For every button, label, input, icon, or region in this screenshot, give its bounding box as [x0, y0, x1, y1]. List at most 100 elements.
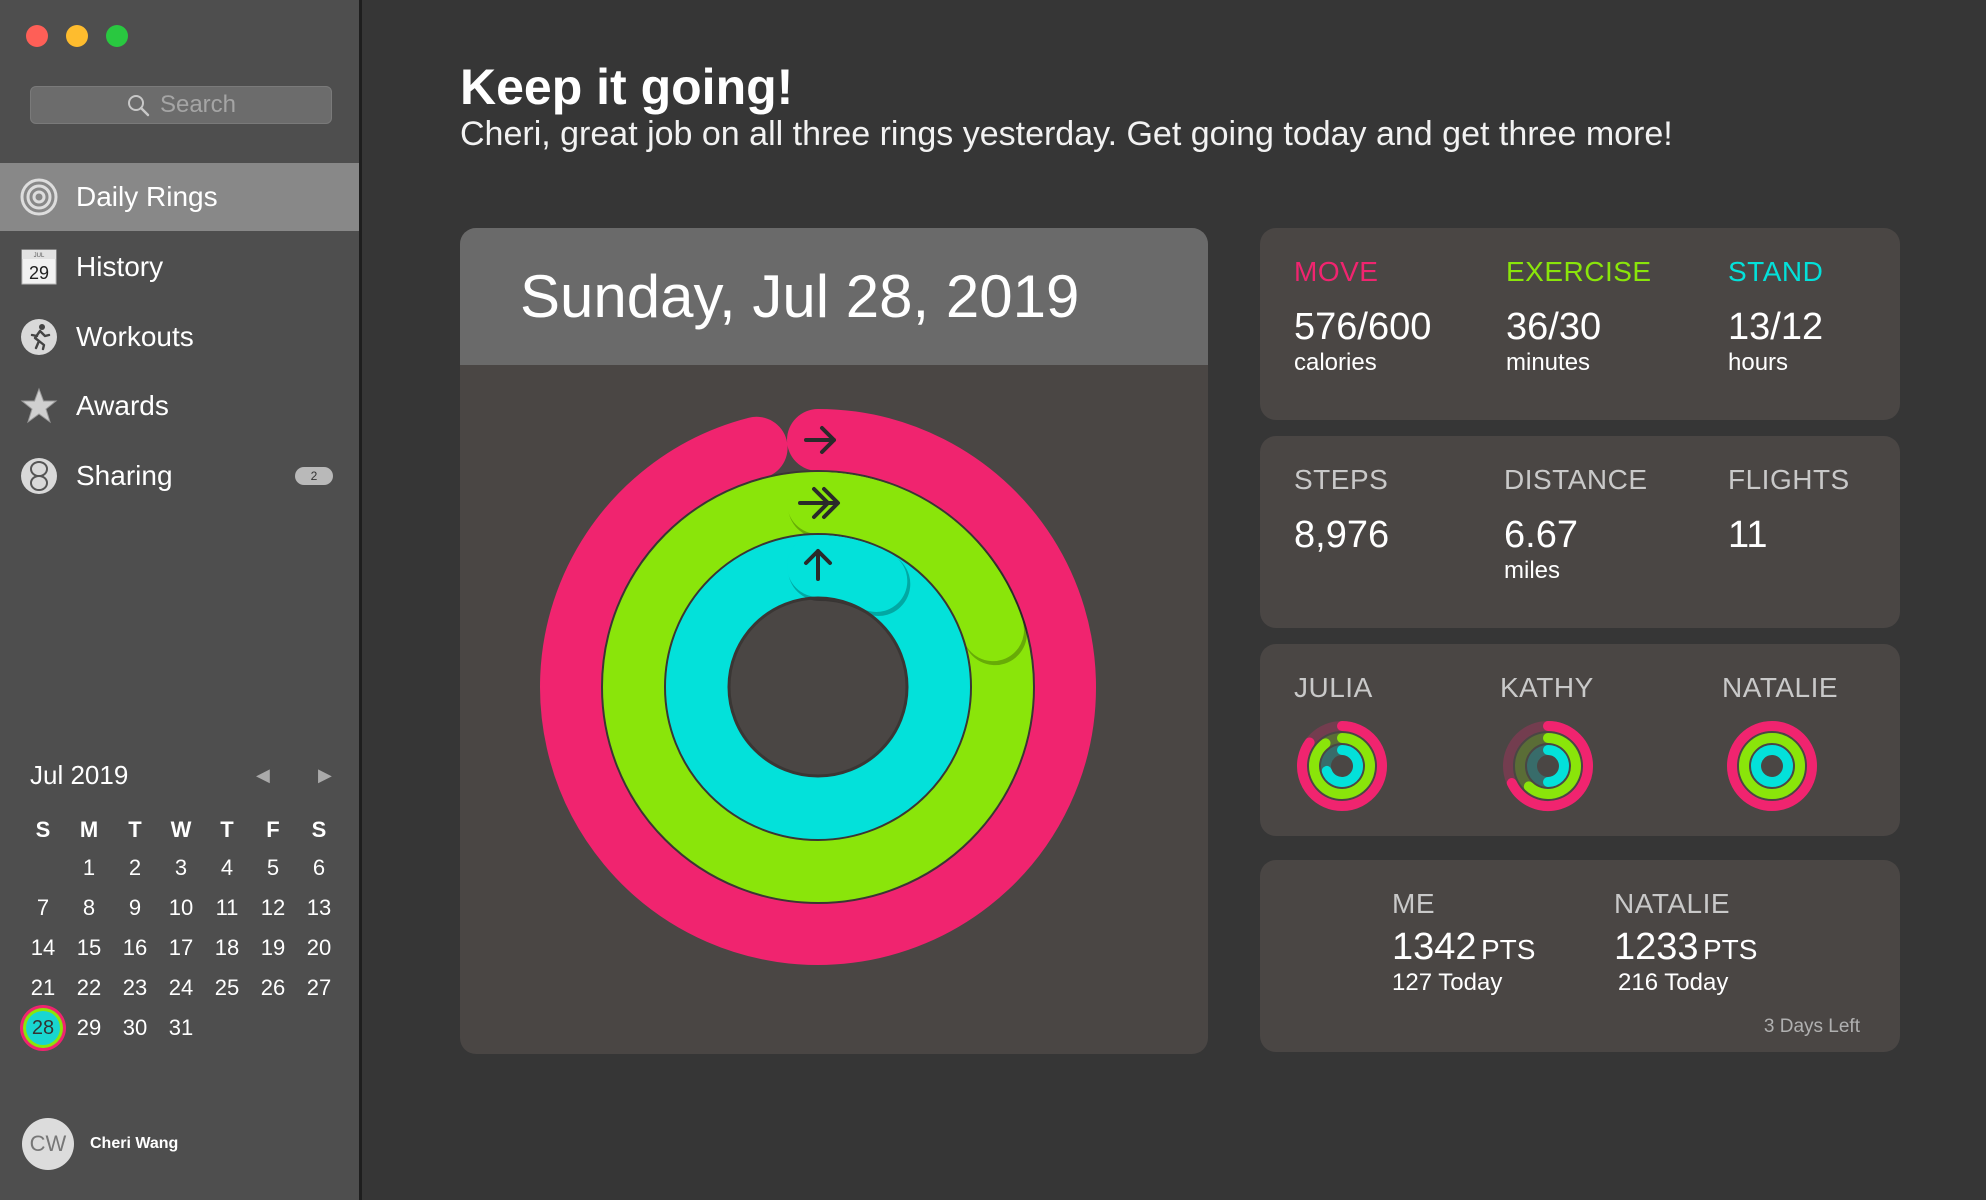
friend-rings-icon: [1297, 721, 1387, 811]
friend-name: KATHY: [1500, 672, 1594, 703]
exercise-value: 36/30: [1506, 306, 1602, 348]
calendar-day[interactable]: 13: [296, 888, 342, 928]
calendar-day[interactable]: 2: [112, 848, 158, 888]
calendar-day-selected[interactable]: 28: [20, 1008, 66, 1048]
calendar-month-title: Jul 2019: [30, 760, 129, 790]
friend-rings-icon: [1727, 721, 1817, 811]
sidebar-item-label: Workouts: [76, 321, 194, 352]
sidebar-item-awards[interactable]: Awards: [0, 372, 359, 440]
calendar-weekday-header: S: [35, 817, 51, 842]
next-month-arrow-icon[interactable]: ▶: [318, 765, 332, 786]
calendar-day[interactable]: 30: [112, 1008, 158, 1048]
calendar-day[interactable]: 9: [112, 888, 158, 928]
move-stat: MOVE 576/600 calories: [1294, 256, 1431, 377]
flights-stat: FLIGHTS 11: [1728, 464, 1850, 557]
steps-stat: STEPS 8,976: [1294, 464, 1389, 557]
calendar-day[interactable]: 1: [66, 848, 112, 888]
calendar-icon-month: JUL: [34, 253, 45, 259]
calendar-day[interactable]: 22: [66, 968, 112, 1008]
competitor-points: 1342: [1392, 926, 1477, 968]
sharing-count-badge: 2: [295, 467, 333, 485]
competitor-points: 1233: [1614, 926, 1699, 968]
sidebar-item-sharing[interactable]: Sharing 2: [0, 442, 359, 510]
calendar-day[interactable]: 31: [158, 1008, 204, 1048]
calendar-day[interactable]: 27: [296, 968, 342, 1008]
calendar-day[interactable]: 11: [204, 888, 250, 928]
rings-icon: [20, 178, 58, 216]
search-icon: [127, 95, 150, 117]
friend-kathy[interactable]: KATHY: [1500, 672, 1620, 821]
calendar-day[interactable]: 23: [112, 968, 158, 1008]
calendar-day[interactable]: 10: [158, 888, 204, 928]
calendar-day[interactable]: 3: [158, 848, 204, 888]
calendar-day[interactable]: 8: [66, 888, 112, 928]
sharing-icon: [20, 457, 58, 495]
close-window-button[interactable]: [26, 25, 48, 47]
calendar-day[interactable]: 29: [66, 1008, 112, 1048]
friend-stand-ring-progress: [1543, 745, 1569, 787]
sidebar-item-label: Daily Rings: [76, 181, 218, 212]
sidebar-item-daily-rings[interactable]: Daily Rings: [0, 163, 359, 231]
distance-stat: DISTANCE 6.67 miles: [1504, 464, 1648, 585]
calendar-day[interactable]: 21: [20, 968, 66, 1008]
exercise-label: EXERCISE: [1506, 256, 1652, 287]
move-unit: calories: [1294, 349, 1377, 376]
calendar-day[interactable]: 7: [20, 888, 66, 928]
flights-label: FLIGHTS: [1728, 464, 1850, 495]
calendar-day-label: 28: [26, 1011, 60, 1045]
sidebar-item-label: History: [76, 251, 164, 282]
activity-rings: [540, 409, 1096, 965]
calendar-day[interactable]: 15: [66, 928, 112, 968]
distance-value: 6.67: [1504, 514, 1578, 556]
calendar-icon: JUL 29: [20, 248, 58, 286]
competitor-today: 127 Today: [1392, 969, 1503, 996]
calendar-day[interactable]: 6: [296, 848, 342, 888]
move-value: 576/600: [1294, 306, 1432, 348]
daily-rings-card: Sunday, Jul 28, 2019: [460, 228, 1208, 1054]
days-left-label: 3 Days Left: [1763, 1016, 1860, 1037]
friends-panel: JULIA KATHY NATALIE: [1260, 644, 1900, 836]
minimize-window-button[interactable]: [66, 25, 88, 47]
encouragement-message: Cheri, great job on all three rings yest…: [460, 115, 1673, 153]
points-label: PTS: [1703, 934, 1758, 965]
calendar-weekday-header: W: [170, 817, 192, 842]
calendar-day[interactable]: 26: [250, 968, 296, 1008]
user-name: Cheri Wang: [90, 1135, 179, 1152]
competitor-name: NATALIE: [1614, 888, 1731, 919]
friend-rings-icon: [1503, 721, 1593, 811]
steps-label: STEPS: [1294, 464, 1389, 495]
sidebar-item-workouts[interactable]: Workouts: [0, 303, 359, 371]
calendar-day[interactable]: 19: [250, 928, 296, 968]
sidebar-item-label: Awards: [76, 390, 169, 421]
calendar-day[interactable]: 5: [250, 848, 296, 888]
calendar-weekday-header: T: [128, 817, 142, 842]
calendar-day[interactable]: 12: [250, 888, 296, 928]
calendar-day[interactable]: 4: [204, 848, 250, 888]
calendar-day[interactable]: 24: [158, 968, 204, 1008]
steps-value: 8,976: [1294, 514, 1390, 556]
previous-month-arrow-icon[interactable]: ◀: [256, 765, 270, 786]
zoom-window-button[interactable]: [106, 25, 128, 47]
stand-label: STAND: [1728, 256, 1824, 287]
friend-name: NATALIE: [1722, 672, 1839, 703]
calendar-day[interactable]: 18: [204, 928, 250, 968]
date-header: Sunday, Jul 28, 2019: [460, 228, 1208, 365]
friend-julia[interactable]: JULIA: [1294, 672, 1414, 821]
calendar-day[interactable]: 14: [20, 928, 66, 968]
competitor-score: 1342 PTS: [1392, 926, 1535, 969]
calendar-day[interactable]: 16: [112, 928, 158, 968]
calendar-day[interactable]: 17: [158, 928, 204, 968]
competitor-score: 1233 PTS: [1614, 926, 1757, 969]
friend-name: JULIA: [1294, 672, 1373, 703]
stand-ring-overlap: [787, 535, 908, 612]
star-icon: [20, 387, 58, 425]
calendar-empty-cell: [20, 848, 66, 888]
search-field[interactable]: Search: [30, 86, 332, 124]
user-profile[interactable]: CW Cheri Wang: [22, 1118, 178, 1170]
sidebar-item-history[interactable]: JUL 29 History: [0, 233, 359, 301]
distance-label: DISTANCE: [1504, 464, 1648, 495]
friend-natalie[interactable]: NATALIE: [1722, 672, 1862, 821]
calendar-icon-day: 29: [29, 263, 49, 283]
calendar-day[interactable]: 20: [296, 928, 342, 968]
calendar-day[interactable]: 25: [204, 968, 250, 1008]
